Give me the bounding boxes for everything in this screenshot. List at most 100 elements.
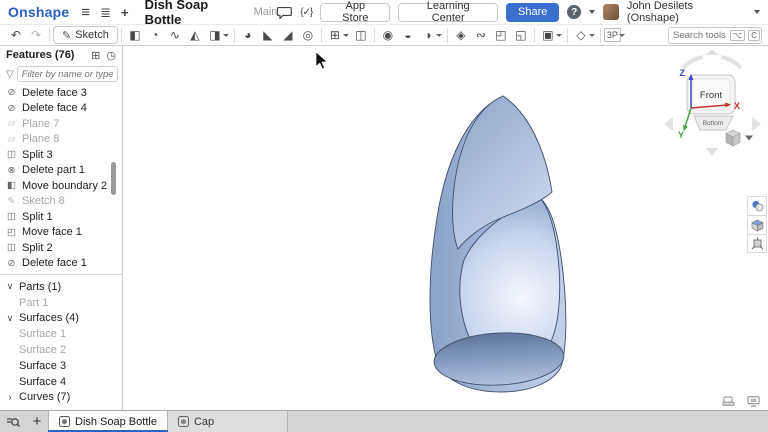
named-views-caret-icon[interactable] (556, 34, 562, 37)
app-store-button[interactable]: App Store (320, 3, 390, 22)
viewport-corner-icons (722, 396, 760, 407)
mirror-icon[interactable]: ◫ (351, 26, 371, 44)
onshape-logo[interactable]: Onshape (8, 4, 69, 20)
main-menu-icon[interactable]: ≡ (81, 5, 90, 20)
named-views-panel-icon[interactable] (747, 215, 767, 234)
redo-icon[interactable]: ↷ (26, 26, 46, 44)
follow-mode-icon[interactable]: + (121, 6, 129, 19)
appearance-panel-icon[interactable] (747, 196, 767, 215)
axis-z-label: Z (680, 68, 686, 78)
split-part-icon[interactable]: ◱ (511, 26, 531, 44)
helix-icon[interactable]: ∾ (471, 26, 491, 44)
right-tool-stack (747, 196, 767, 253)
draft-icon[interactable]: ◢ (278, 26, 298, 44)
sweep-icon[interactable]: ∿ (165, 26, 185, 44)
learning-center-button[interactable]: Learning Center (398, 3, 498, 22)
chamfer-icon[interactable]: ◣ (258, 26, 278, 44)
toolbar-separator (321, 28, 322, 43)
tree-item-surface[interactable]: Surface 2 (0, 342, 122, 358)
featurescript-icon[interactable]: {✓} (300, 7, 312, 18)
view-cube[interactable]: Front Bottom (687, 75, 735, 130)
parts-tree: ∨Parts (1) Part 1 ∨Surfaces (4) Surface … (0, 274, 122, 405)
feature-row[interactable]: ◧Move boundary 2 (0, 178, 122, 194)
tab-cap[interactable]: Cap (168, 411, 288, 432)
view-options-caret-icon[interactable] (745, 136, 753, 141)
transform-icon[interactable]: ◈ (451, 26, 471, 44)
hide-icon[interactable]: ◉ (378, 26, 398, 44)
tree-group-parts[interactable]: ∨Parts (1) (0, 279, 122, 295)
document-title[interactable]: Dish Soap Bottle (145, 0, 248, 27)
display-style-icon[interactable]: ◇ (571, 26, 591, 44)
user-caret-icon[interactable] (754, 10, 760, 14)
feature-row[interactable]: ⊘Delete face 3 (0, 85, 122, 101)
new-folder-icon[interactable]: ⊞ (91, 49, 100, 62)
move-face-icon[interactable]: ◰ (491, 26, 511, 44)
search-tools-input[interactable] (673, 30, 727, 41)
add-tab-icon[interactable]: + (26, 411, 48, 432)
avatar[interactable] (603, 4, 619, 20)
help-caret-icon[interactable] (589, 10, 595, 14)
chevron-down-icon[interactable]: ∨ (5, 313, 15, 324)
sketch-button[interactable]: ✎ Sketch (53, 26, 118, 44)
feature-row[interactable]: ▱Plane 8 (0, 132, 122, 148)
shell-icon[interactable]: ◎ (298, 26, 318, 44)
chevron-right-icon[interactable]: › (5, 392, 15, 402)
tree-label: Surface 3 (19, 360, 66, 372)
chevron-down-icon[interactable]: ∨ (5, 281, 15, 292)
tree-group-curves[interactable]: ›Curves (7) (0, 390, 122, 406)
feature-label: Move face 1 (22, 226, 82, 238)
feature-row[interactable]: ◫Split 2 (0, 240, 122, 256)
tab-dish-soap-bottle[interactable]: Dish Soap Bottle (48, 411, 168, 432)
tree-item-surface[interactable]: Surface 4 (0, 374, 122, 390)
filter-icon[interactable]: ▽ (6, 69, 14, 80)
pattern-caret-icon[interactable] (343, 34, 349, 37)
viewcube-bottom-face[interactable]: Bottom (703, 120, 724, 127)
delete-face-icon: ⊘ (6, 87, 17, 98)
workspace-branch[interactable]: Main (254, 6, 278, 18)
perspective-caret-icon[interactable] (619, 34, 625, 37)
model-dish-soap-bottle[interactable] (430, 96, 566, 392)
page-setup-icon[interactable] (722, 396, 735, 407)
tree-group-surfaces[interactable]: ∨Surfaces (4) (0, 311, 122, 327)
feature-row[interactable]: ▱Plane 7 (0, 116, 122, 132)
viewcube-front-face[interactable]: Front (700, 90, 723, 101)
fillet-icon[interactable]: ◕ (238, 26, 258, 44)
tree-item-surface[interactable]: Surface 1 (0, 326, 122, 342)
rollback-history-icon[interactable]: ◷ (106, 49, 116, 62)
feature-row[interactable]: ⊘Delete face 4 (0, 101, 122, 117)
loft-icon[interactable]: ◭ (185, 26, 205, 44)
feature-row[interactable]: ◫Split 1 (0, 209, 122, 225)
comment-icon[interactable] (277, 6, 292, 19)
feature-row[interactable]: ✎Sketch 8 (0, 194, 122, 210)
appearance-caret-icon[interactable] (436, 34, 442, 37)
revolve-icon[interactable]: ◔ (145, 26, 165, 44)
thicken-icon[interactable]: ◨ (205, 26, 225, 44)
help-icon[interactable]: ? (567, 5, 581, 19)
view-options-cube-icon[interactable] (726, 130, 740, 146)
user-menu[interactable]: John Desilets (Onshape) (627, 0, 746, 24)
thicken-caret-icon[interactable] (223, 34, 229, 37)
feature-row[interactable]: ◫Split 3 (0, 147, 122, 163)
feature-row[interactable]: ⊗Delete part 1 (0, 163, 122, 179)
pattern-icon[interactable]: ⊞ (325, 26, 345, 44)
versions-icon[interactable]: ≣ (100, 6, 111, 19)
display-style-caret-icon[interactable] (589, 34, 595, 37)
feature-list: ⊘Delete face 3 ⊘Delete face 4 ▱Plane 7 ▱… (0, 85, 122, 272)
feature-filter-input[interactable] (17, 66, 118, 82)
search-tools-box[interactable]: ⌥ C (668, 27, 762, 44)
manage-tabs-icon[interactable] (0, 411, 26, 432)
extrude-icon[interactable]: ◧ (125, 26, 145, 44)
graphics-viewport[interactable]: Front Bottom Z X Y (123, 46, 768, 410)
feature-row[interactable]: ⊘Delete face 1 (0, 256, 122, 272)
section-view-icon[interactable]: ◒ (398, 26, 418, 44)
undo-icon[interactable]: ↶ (6, 26, 26, 44)
display-states-panel-icon[interactable] (747, 234, 767, 253)
named-views-icon[interactable]: ▣ (538, 26, 558, 44)
tree-item-part[interactable]: Part 1 (0, 295, 122, 311)
share-button[interactable]: Share (506, 3, 559, 22)
feature-row[interactable]: ◰Move face 1 (0, 225, 122, 241)
screen-display-icon[interactable] (747, 396, 760, 407)
appearance-icon[interactable]: ◑ (418, 26, 438, 44)
feature-list-scrollbar[interactable] (111, 162, 116, 195)
tree-item-surface[interactable]: Surface 3 (0, 358, 122, 374)
